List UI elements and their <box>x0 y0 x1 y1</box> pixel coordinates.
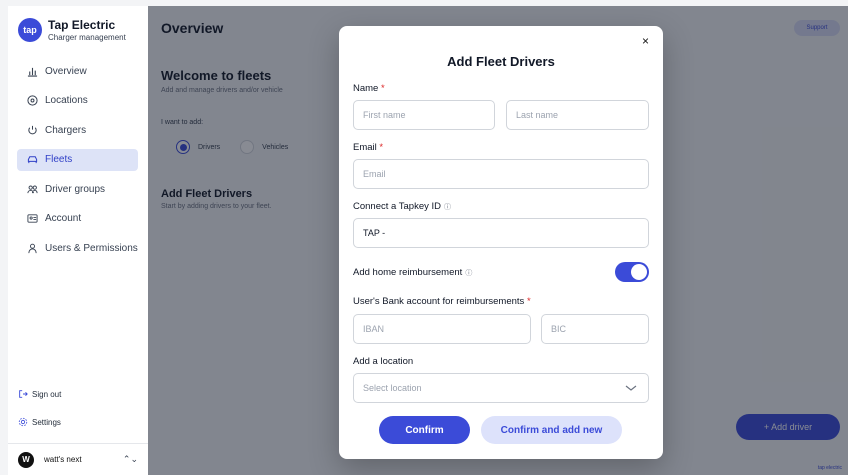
modal-title: Add Fleet Drivers <box>447 54 555 69</box>
close-icon[interactable]: × <box>642 35 649 47</box>
tapkey-id-field[interactable]: TAP - <box>353 218 649 248</box>
location-select-value: Select location <box>363 383 422 393</box>
iban-field[interactable]: IBAN <box>353 314 531 344</box>
confirm-and-add-new-button[interactable]: Confirm and add new <box>481 416 622 444</box>
info-icon[interactable]: ⓘ <box>444 204 451 211</box>
id-card-icon <box>25 212 39 226</box>
avatar: W <box>18 451 34 468</box>
chevron-down-icon <box>625 385 637 391</box>
users-icon <box>25 182 39 196</box>
car-icon <box>25 153 39 167</box>
chevron-updown-icon: ⌃⌄ <box>122 454 138 464</box>
home-reimbursement-toggle[interactable] <box>615 262 649 282</box>
sidebar-item-label: Driver groups <box>45 183 106 195</box>
sidebar-item-chargers[interactable]: Chargers <box>17 119 138 141</box>
name-label: Name * <box>353 83 385 94</box>
last-name-field[interactable]: Last name <box>506 100 649 130</box>
required-mark: * <box>380 83 385 94</box>
confirm-button[interactable]: Confirm <box>379 416 470 444</box>
brand-subtitle: Charger management <box>48 33 126 42</box>
sidebar-item-overview[interactable]: Overview <box>17 60 138 82</box>
account-switcher[interactable]: W watt's next ⌃⌄ <box>8 443 148 475</box>
bar-chart-icon <box>25 64 39 78</box>
gear-icon <box>18 417 28 427</box>
user-icon <box>25 241 39 255</box>
sign-out-icon <box>19 390 28 398</box>
required-mark: * <box>379 142 384 153</box>
email-label: Email * <box>353 142 384 153</box>
sign-out-link[interactable]: Sign out <box>8 387 148 401</box>
sidebar-item-label: Account <box>45 213 82 224</box>
sidebar-item-locations[interactable]: Locations <box>17 90 138 112</box>
bic-field[interactable]: BIC <box>541 314 649 344</box>
brand-title: Tap Electric <box>48 18 116 32</box>
sidebar-nav: Overview Locations Chargers Fleets Drive… <box>8 60 148 259</box>
sidebar-item-driver-groups[interactable]: Driver groups <box>17 178 138 200</box>
sign-out-label: Sign out <box>32 389 62 399</box>
sidebar-item-users-permissions[interactable]: Users & Permissions <box>17 237 138 259</box>
email-field[interactable]: Email <box>353 159 649 189</box>
sidebar-item-label: Users & Permissions <box>45 242 138 254</box>
location-label: Add a location <box>353 356 414 367</box>
sidebar-item-label: Chargers <box>45 124 87 136</box>
settings-link[interactable]: Settings <box>8 415 148 429</box>
account-name: watt's next <box>44 455 82 464</box>
sidebar-footer: Sign out Settings W watt's next ⌃⌄ <box>8 387 148 475</box>
sidebar: tap Tap Electric Charger management Over… <box>8 6 148 475</box>
tapkey-label: Connect a Tapkey ID ⓘ <box>353 201 452 212</box>
home-reimbursement-label: Add home reimbursement ⓘ <box>353 267 473 278</box>
location-select[interactable]: Select location <box>353 373 649 403</box>
sidebar-item-label: Overview <box>45 65 87 77</box>
add-fleet-drivers-modal: × Add Fleet Drivers Name * First name La… <box>339 26 663 459</box>
first-name-field[interactable]: First name <box>353 100 495 130</box>
required-mark: * <box>526 296 531 307</box>
sidebar-item-label: Fleets <box>45 154 73 165</box>
charger-icon <box>25 123 39 137</box>
sidebar-item-fleets[interactable]: Fleets <box>17 148 138 171</box>
sidebar-item-account[interactable]: Account <box>17 208 138 230</box>
tap-logo: tap <box>18 18 42 42</box>
bank-account-label: User's Bank account for reimbursements * <box>353 296 531 307</box>
info-icon[interactable]: ⓘ <box>465 270 472 277</box>
sidebar-item-label: Locations <box>45 95 88 106</box>
location-pin-icon <box>25 94 39 108</box>
brand[interactable]: tap Tap Electric Charger management <box>8 6 148 54</box>
settings-label: Settings <box>32 417 61 427</box>
